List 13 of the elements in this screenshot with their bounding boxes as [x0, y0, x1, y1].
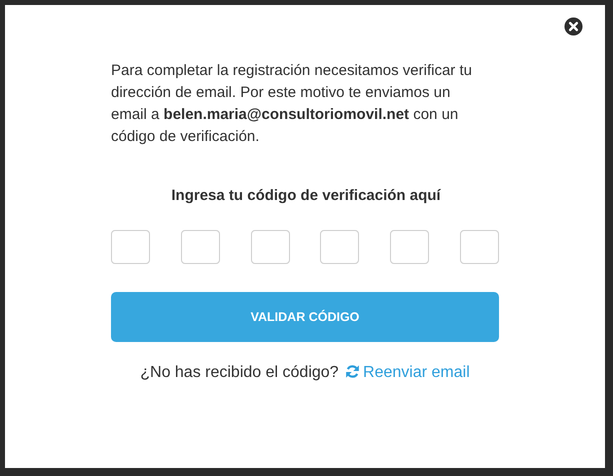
digit-field[interactable] [460, 230, 499, 264]
digit-field[interactable] [390, 230, 430, 264]
resend-link[interactable]: Reenviar email [343, 364, 470, 381]
refresh-icon [345, 364, 360, 379]
digit-field[interactable] [111, 230, 150, 264]
resend-prompt: ¿No has recibido el código? [140, 364, 339, 381]
close-icon[interactable] [564, 17, 583, 36]
message-text: Para completar la registración necesitamos verificar tu dirección de email. Por este motivo te enviamos un email a belen.maria@consultoriomovil.net con un código de verificación. [111, 61, 473, 147]
validate-button[interactable]: VALIDAR CÓDIGO [111, 292, 499, 342]
digit-field[interactable] [320, 230, 360, 264]
digit-field[interactable] [250, 230, 290, 264]
code-label: Ingresa tu código de verificación aquí [170, 186, 442, 206]
digit-field[interactable] [180, 230, 220, 264]
